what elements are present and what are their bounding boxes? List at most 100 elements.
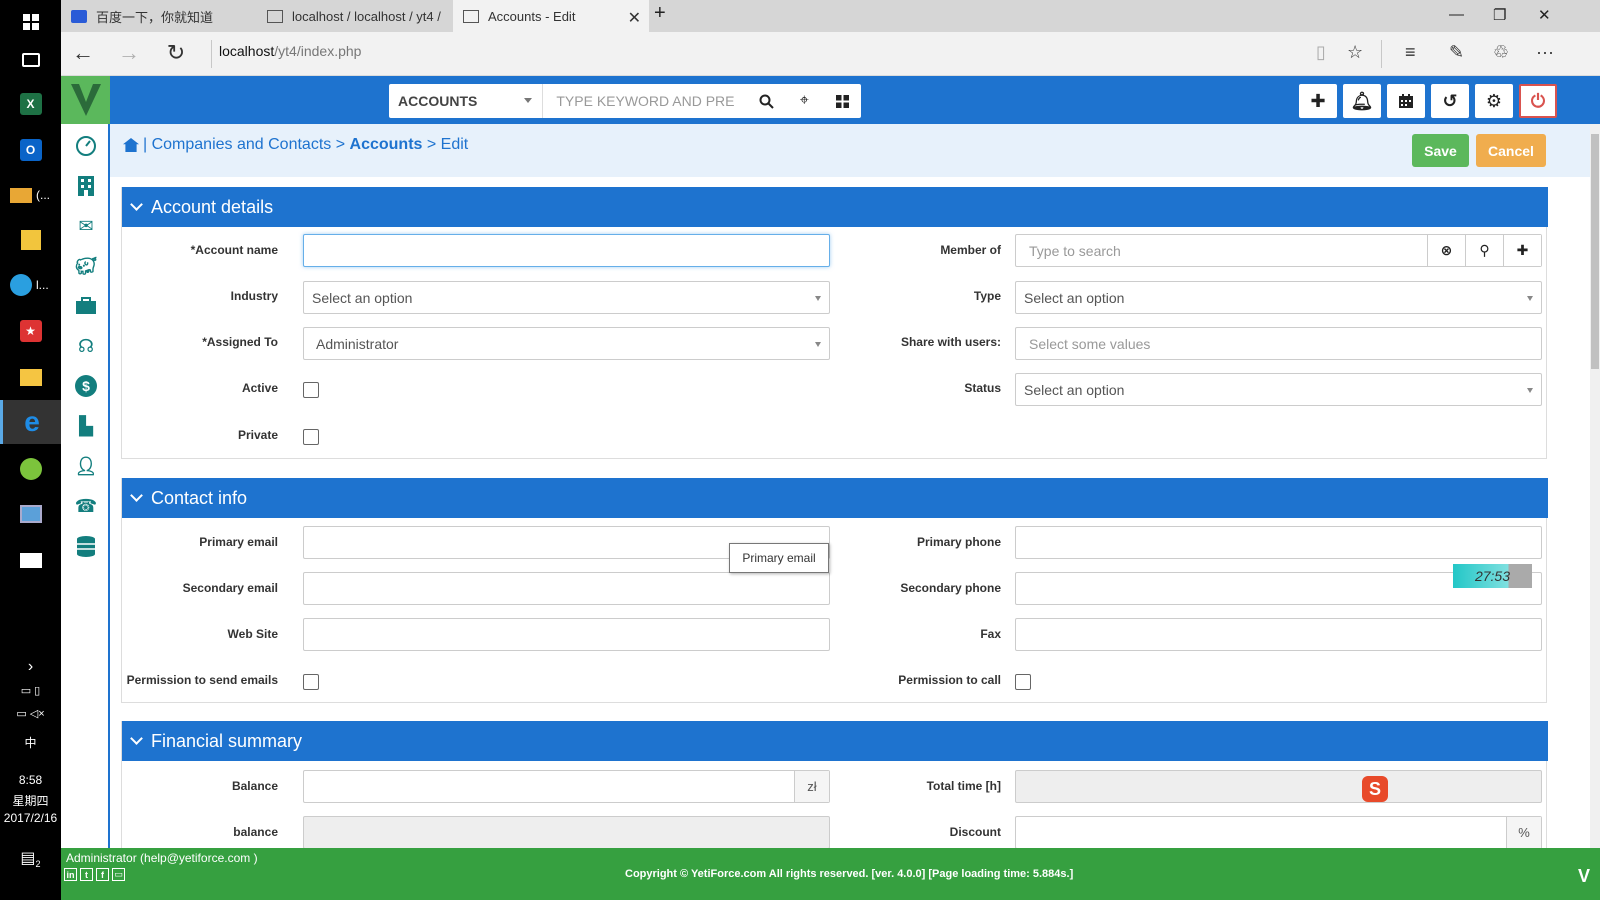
grid-view-icon[interactable]	[823, 84, 861, 118]
finance-dollar-icon[interactable]: $	[74, 374, 98, 398]
permission-send-emails-checkbox[interactable]	[303, 674, 319, 690]
financial-summary-header[interactable]: Financial summary	[122, 721, 1548, 761]
companies-building-icon[interactable]	[74, 174, 98, 198]
industry-select[interactable]: Select an option	[303, 281, 830, 314]
industry-value: Select an option	[312, 289, 413, 306]
sales-piggybank-icon[interactable]: 🐖︎	[74, 254, 98, 278]
organization-icon[interactable]: ▙	[74, 414, 98, 438]
save-button[interactable]: Save	[1412, 134, 1469, 167]
discount-input[interactable]: %	[1015, 816, 1542, 848]
add-plus-icon[interactable]: ✚	[1503, 235, 1541, 266]
share-with-users-select[interactable]: Select some values	[1015, 327, 1542, 360]
outlook-icon[interactable]: O	[0, 128, 61, 172]
history-icon[interactable]: ↺	[1431, 84, 1469, 118]
phone-support-icon[interactable]: ☎	[74, 494, 98, 518]
ime-indicator[interactable]: 中	[0, 734, 61, 751]
secondary-email-input[interactable]	[303, 572, 830, 605]
sogou-ime-icon[interactable]: S	[1362, 776, 1388, 802]
support-headset-icon[interactable]: ☊	[74, 334, 98, 358]
action-center-icon[interactable]: ▤2	[0, 848, 61, 869]
facebook-icon[interactable]: f	[96, 868, 109, 881]
linkedin-icon[interactable]: in	[64, 868, 77, 881]
status-select[interactable]: Select an option	[1015, 373, 1542, 406]
search-icon[interactable]	[748, 84, 786, 118]
member-of-field[interactable]: Type to search ⊗ ⚲ ✚	[1015, 234, 1542, 267]
reading-view-icon[interactable]: ▯	[1316, 42, 1326, 63]
calendar-icon[interactable]	[1387, 84, 1425, 118]
hub-icon[interactable]: ≡	[1405, 42, 1416, 63]
projects-briefcase-icon[interactable]	[74, 294, 98, 318]
balance-input[interactable]: zł	[303, 770, 830, 803]
logout-power-icon[interactable]: ⏻	[1519, 84, 1557, 118]
address-bar[interactable]: localhost/yt4/index.php	[219, 43, 361, 59]
home-icon[interactable]	[123, 138, 139, 152]
github-icon[interactable]: ▭	[112, 868, 125, 881]
marketing-mail-icon[interactable]: ✉	[74, 214, 98, 238]
favorite-star-icon[interactable]: ☆	[1347, 42, 1363, 63]
browser-tab-accounts-edit[interactable]: Accounts - Edit ✕	[453, 0, 649, 32]
web-note-icon[interactable]: ✎	[1449, 42, 1464, 63]
fax-input[interactable]	[1015, 618, 1542, 651]
cancel-button[interactable]: Cancel	[1476, 134, 1546, 167]
contact-info-header[interactable]: Contact info	[122, 478, 1548, 518]
back-button[interactable]: ←	[70, 41, 96, 65]
yetiforce-logo[interactable]	[61, 76, 110, 124]
private-checkbox[interactable]	[303, 429, 319, 445]
breadcrumb-module[interactable]: Accounts	[350, 136, 423, 154]
tray-icons[interactable]: ▭ ▯	[0, 684, 61, 697]
remote-desktop-icon[interactable]	[0, 492, 61, 536]
settings-gear-icon[interactable]: ⚙	[1475, 84, 1513, 118]
footer-yetiforce-logo[interactable]: V	[1578, 866, 1590, 887]
mail-icon[interactable]: (...	[0, 173, 61, 217]
active-checkbox[interactable]	[303, 382, 319, 398]
url-path: /yt4/index.php	[274, 43, 362, 59]
permission-to-call-checkbox[interactable]	[1015, 674, 1031, 690]
dashboard-gauge-icon[interactable]	[74, 134, 98, 158]
database-icon[interactable]	[74, 534, 98, 558]
website-input[interactable]	[303, 618, 830, 651]
clock-time[interactable]: 8:58	[0, 773, 61, 787]
forward-button[interactable]: →	[116, 41, 142, 65]
search-module-select[interactable]: ACCOUNTS	[389, 84, 544, 118]
close-window-button[interactable]: ✕	[1538, 6, 1551, 24]
browser-tab-baidu[interactable]: 百度一下，你就知道	[61, 0, 255, 32]
restore-button[interactable]: ❐	[1493, 6, 1506, 24]
quick-create-plus-icon[interactable]: ✚	[1299, 84, 1337, 118]
file-explorer-icon[interactable]	[0, 355, 61, 399]
task-view-icon[interactable]	[0, 38, 61, 82]
permission-to-call-label: Permission to call	[898, 673, 1001, 687]
assigned-to-select[interactable]: Administrator	[303, 327, 830, 360]
browser-tab-phpmyadmin[interactable]: localhost / localhost / yt4 /	[257, 0, 452, 32]
primary-phone-input[interactable]	[1015, 526, 1542, 559]
search-icon[interactable]: ⚲	[1465, 235, 1503, 266]
tab-close-icon[interactable]: ✕	[628, 8, 641, 28]
advanced-search-crosshair-icon[interactable]: ⌖	[785, 84, 823, 118]
users-icon[interactable]: 👤︎	[74, 454, 98, 478]
breadcrumb-section[interactable]: | Companies and Contacts	[143, 136, 331, 154]
share-icon[interactable]: ♲	[1493, 42, 1509, 63]
refresh-button[interactable]: ↻	[163, 41, 189, 65]
timer-widget[interactable]: 27:53	[1453, 564, 1532, 588]
page-scrollbar[interactable]	[1590, 124, 1600, 848]
clear-circle-icon[interactable]: ⊗	[1427, 235, 1465, 266]
sticky-notes-icon[interactable]	[0, 218, 61, 262]
network-volume-icons[interactable]: ▭ ◁×	[0, 707, 61, 720]
search-input[interactable]	[543, 85, 748, 117]
excel-icon[interactable]: X	[0, 82, 61, 126]
type-select[interactable]: Select an option	[1015, 281, 1542, 314]
app-red-icon[interactable]: ★	[0, 309, 61, 353]
app-green-icon[interactable]	[0, 447, 61, 491]
more-icon[interactable]: ···	[1536, 42, 1554, 63]
breadcrumb-separator: >	[335, 136, 346, 153]
twitter-icon[interactable]: t	[80, 868, 93, 881]
account-name-input[interactable]	[303, 234, 830, 267]
chevron-up-icon[interactable]: ›	[0, 658, 61, 676]
account-details-header[interactable]: Account details	[122, 187, 1548, 227]
minimize-button[interactable]: —	[1449, 6, 1464, 23]
edge-icon[interactable]: e	[0, 400, 61, 444]
notifications-bell-icon[interactable]: 🔔︎	[1343, 84, 1381, 118]
envelope-icon[interactable]	[0, 538, 61, 582]
scroll-thumb[interactable]	[1591, 134, 1599, 369]
qq-icon[interactable]: l...	[0, 263, 61, 307]
new-tab-button[interactable]: +	[654, 2, 666, 25]
